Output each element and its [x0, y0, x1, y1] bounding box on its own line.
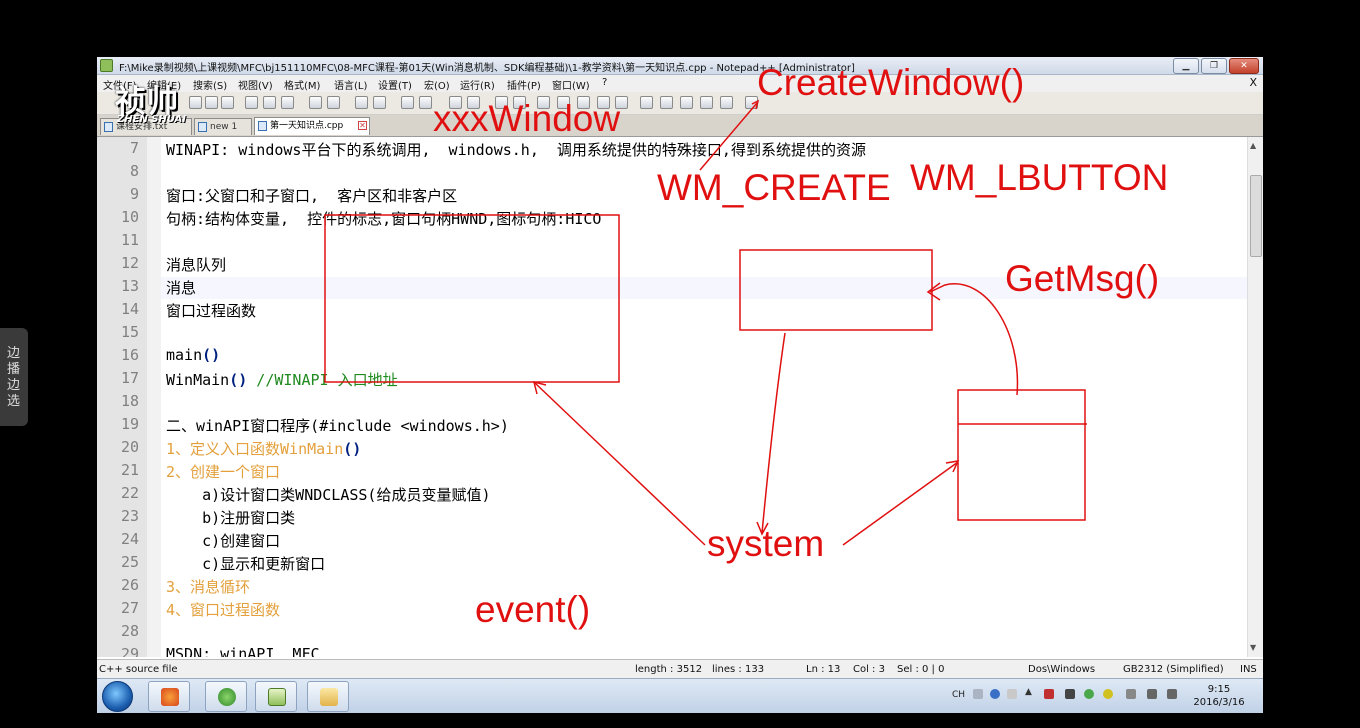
annotation-wm-lbutton: WM_LBUTTON: [910, 157, 1169, 198]
arrow-to-system: [761, 332, 786, 534]
arrow-system-to-queue: [842, 461, 959, 546]
annotation-wm-create: WM_CREATE: [657, 167, 891, 208]
arrow-system-to-window: [534, 382, 706, 546]
drawn-message-box: [739, 249, 933, 331]
annotation-system: system: [707, 523, 825, 564]
annotation-getmsg: GetMsg(): [1005, 258, 1160, 299]
arrow-getmsg-head: [926, 282, 941, 301]
annotation-xxxwindow: xxxWindow: [433, 98, 621, 139]
drawn-window-box: [324, 214, 620, 383]
annotation-createwindow: CreateWindow(): [757, 62, 1025, 103]
drawn-queue-box: [957, 389, 1086, 521]
arrow-getmsg: [929, 283, 1019, 396]
annotation-event: event(): [475, 589, 591, 630]
annotation-drawing: [324, 99, 1087, 546]
arrow-createwindow: [699, 102, 758, 171]
